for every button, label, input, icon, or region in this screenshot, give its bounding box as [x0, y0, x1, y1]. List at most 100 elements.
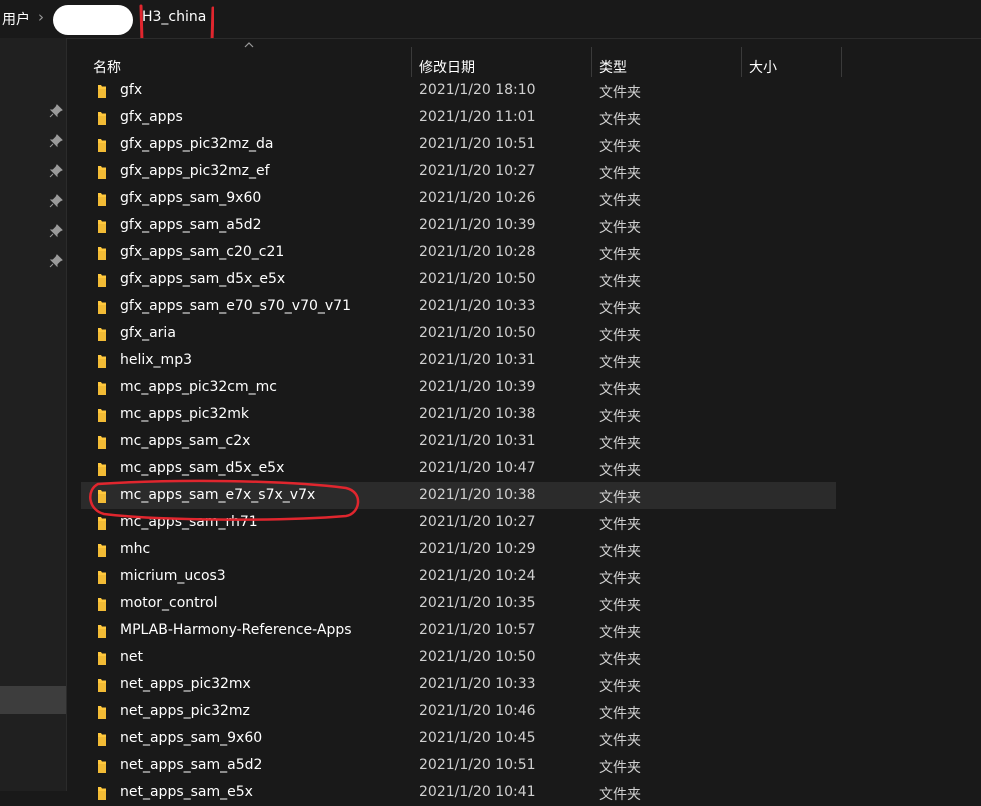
file-name[interactable]: net_apps_pic32mz [120, 703, 250, 719]
file-type: 文件夹 [599, 625, 641, 641]
file-row[interactable]: helix_mp3 2021/1/20 10:31 文件夹 [67, 347, 981, 374]
file-name[interactable]: mhc [120, 541, 150, 557]
navigation-pane[interactable] [0, 38, 67, 791]
file-date: 2021/1/20 10:38 [419, 406, 536, 422]
file-name[interactable]: gfx_apps_sam_9x60 [120, 190, 261, 206]
file-type: 文件夹 [599, 274, 641, 290]
folder-icon [98, 787, 106, 800]
file-type: 文件夹 [599, 139, 641, 155]
file-row[interactable]: mc_apps_pic32cm_mc 2021/1/20 10:39 文件夹 [67, 374, 981, 401]
file-name[interactable]: gfx_apps_sam_e70_s70_v70_v71 [120, 298, 351, 314]
column-divider[interactable] [741, 47, 742, 77]
file-row[interactable]: gfx_apps_pic32mz_ef 2021/1/20 10:27 文件夹 [67, 158, 981, 185]
file-row[interactable]: net_apps_pic32mz 2021/1/20 10:46 文件夹 [67, 698, 981, 725]
folder-icon [98, 679, 106, 692]
file-type: 文件夹 [599, 220, 641, 236]
file-name[interactable]: motor_control [120, 595, 218, 611]
red-annotation-circle [89, 479, 360, 521]
file-type: 文件夹 [599, 652, 641, 668]
file-date: 2021/1/20 18:10 [419, 82, 536, 98]
file-row[interactable]: motor_control 2021/1/20 10:35 文件夹 [67, 590, 981, 617]
file-name[interactable]: gfx_apps_sam_c20_c21 [120, 244, 284, 260]
file-row[interactable]: gfx_aria 2021/1/20 10:50 文件夹 [67, 320, 981, 347]
file-name[interactable]: gfx_aria [120, 325, 176, 341]
column-divider[interactable] [411, 47, 412, 77]
file-name[interactable]: mc_apps_pic32cm_mc [120, 379, 277, 395]
file-date: 2021/1/20 10:29 [419, 541, 536, 557]
file-row[interactable]: gfx_apps 2021/1/20 11:01 文件夹 [67, 104, 981, 131]
file-name[interactable]: mc_apps_pic32mk [120, 406, 249, 422]
column-divider[interactable] [591, 47, 592, 77]
file-name[interactable]: gfx_apps_sam_d5x_e5x [120, 271, 285, 287]
file-list-pane[interactable]: 名称 修改日期 类型 大小 gfx 2021/1/20 18:10 文件夹 gfx_a… [67, 38, 981, 803]
file-list[interactable]: gfx 2021/1/20 18:10 文件夹 gfx_apps 2021/1/20 1… [67, 77, 981, 806]
pin-icon[interactable] [49, 134, 63, 148]
file-name[interactable]: net_apps_sam_e5x [120, 784, 253, 800]
file-name[interactable]: net_apps_sam_9x60 [120, 730, 262, 746]
file-name[interactable]: mc_apps_sam_c2x [120, 433, 250, 449]
file-name[interactable]: gfx_apps_pic32mz_ef [120, 163, 270, 179]
file-row[interactable]: mc_apps_sam_c2x 2021/1/20 10:31 文件夹 [67, 428, 981, 455]
folder-icon [98, 733, 106, 746]
folder-icon [98, 166, 106, 179]
file-name[interactable]: gfx_apps_pic32mz_da [120, 136, 274, 152]
file-type: 文件夹 [599, 517, 641, 533]
file-row[interactable]: net_apps_sam_a5d2 2021/1/20 10:51 文件夹 [67, 752, 981, 779]
folder-icon [98, 85, 106, 98]
file-date: 2021/1/20 10:47 [419, 460, 536, 476]
file-row[interactable]: net 2021/1/20 10:50 文件夹 [67, 644, 981, 671]
file-type: 文件夹 [599, 193, 641, 209]
folder-icon [98, 274, 106, 287]
file-date: 2021/1/20 10:31 [419, 352, 536, 368]
file-row[interactable]: gfx_apps_pic32mz_da 2021/1/20 10:51 文件夹 [67, 131, 981, 158]
file-row[interactable]: mc_apps_pic32mk 2021/1/20 10:38 文件夹 [67, 401, 981, 428]
file-row[interactable]: gfx_apps_sam_9x60 2021/1/20 10:26 文件夹 [67, 185, 981, 212]
folder-icon [98, 328, 106, 341]
file-row[interactable]: gfx 2021/1/20 18:10 文件夹 [67, 77, 981, 104]
file-name[interactable]: helix_mp3 [120, 352, 192, 368]
file-date: 2021/1/20 10:46 [419, 703, 536, 719]
file-row[interactable]: gfx_apps_sam_c20_c21 2021/1/20 10:28 文件夹 [67, 239, 981, 266]
chevron-right-icon[interactable]: › [38, 8, 44, 26]
file-type: 文件夹 [599, 760, 641, 776]
file-name[interactable]: gfx_apps_sam_a5d2 [120, 217, 262, 233]
file-date: 2021/1/20 10:26 [419, 190, 536, 206]
file-date: 2021/1/20 10:50 [419, 649, 536, 665]
pin-icon[interactable] [49, 104, 63, 118]
breadcrumb-user[interactable]: 用户 [2, 9, 30, 29]
address-bar[interactable]: 用户 › H3_china [0, 0, 981, 44]
file-row[interactable]: net_apps_pic32mx 2021/1/20 10:33 文件夹 [67, 671, 981, 698]
file-row[interactable]: net_apps_sam_e5x 2021/1/20 10:41 文件夹 [67, 779, 981, 806]
file-row[interactable]: gfx_apps_sam_d5x_e5x 2021/1/20 10:50 文件夹 [67, 266, 981, 293]
column-divider[interactable] [841, 47, 842, 77]
file-type: 文件夹 [599, 463, 641, 479]
file-type: 文件夹 [599, 301, 641, 317]
file-name[interactable]: micrium_ucos3 [120, 568, 226, 584]
pin-icon[interactable] [49, 254, 63, 268]
file-name[interactable]: gfx [120, 82, 142, 98]
file-row[interactable]: gfx_apps_sam_a5d2 2021/1/20 10:39 文件夹 [67, 212, 981, 239]
file-name[interactable]: mc_apps_sam_d5x_e5x [120, 460, 284, 476]
folder-icon [98, 544, 106, 557]
folder-icon [98, 247, 106, 260]
file-name[interactable]: net_apps_pic32mx [120, 676, 251, 692]
pin-icon[interactable] [49, 164, 63, 178]
file-date: 2021/1/20 10:24 [419, 568, 536, 584]
file-name[interactable]: gfx_apps [120, 109, 183, 125]
file-row[interactable]: micrium_ucos3 2021/1/20 10:24 文件夹 [67, 563, 981, 590]
nav-selected-item[interactable] [0, 686, 66, 714]
pin-icon[interactable] [49, 224, 63, 238]
file-name[interactable]: MPLAB-Harmony-Reference-Apps [120, 622, 352, 638]
folder-icon [98, 409, 106, 422]
file-date: 2021/1/20 10:38 [419, 487, 536, 503]
file-row[interactable]: gfx_apps_sam_e70_s70_v70_v71 2021/1/20 10… [67, 293, 981, 320]
file-date: 2021/1/20 10:33 [419, 676, 536, 692]
file-row[interactable]: net_apps_sam_9x60 2021/1/20 10:45 文件夹 [67, 725, 981, 752]
file-date: 2021/1/20 10:27 [419, 163, 536, 179]
folder-icon [98, 220, 106, 233]
file-row[interactable]: mhc 2021/1/20 10:29 文件夹 [67, 536, 981, 563]
file-name[interactable]: net_apps_sam_a5d2 [120, 757, 262, 773]
file-name[interactable]: net [120, 649, 143, 665]
file-row[interactable]: MPLAB-Harmony-Reference-Apps 2021/1/20 10… [67, 617, 981, 644]
pin-icon[interactable] [49, 194, 63, 208]
